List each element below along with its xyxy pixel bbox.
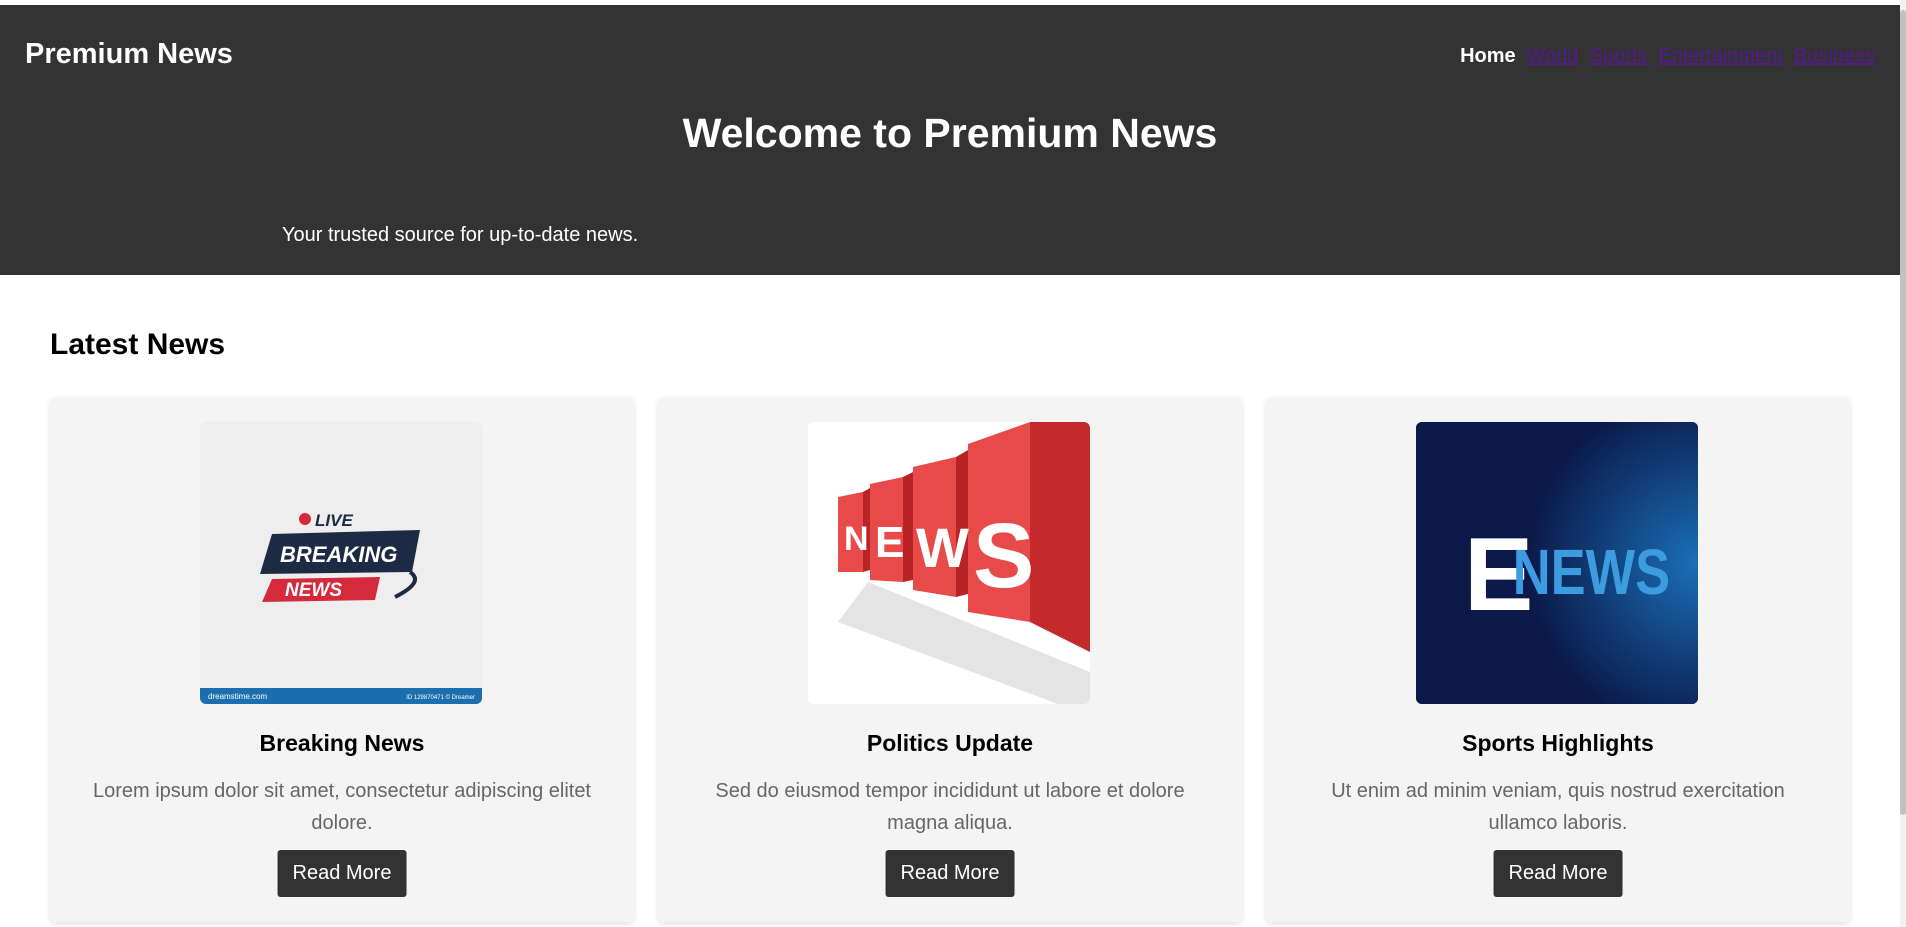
- block-letter-w: W: [916, 516, 969, 579]
- block-letter-s: S: [973, 505, 1034, 607]
- news-card: N E W S Politics Update Sed do eiusmod t…: [658, 397, 1242, 922]
- nav-home[interactable]: Home: [1460, 45, 1516, 68]
- site-header: Premium News Home World Sports Entertain…: [0, 5, 1900, 275]
- nav-world[interactable]: World: [1527, 45, 1579, 68]
- news-cards: LIVE BREAKING NEWS dreamstime.com ID 129…: [50, 397, 1850, 922]
- block-letter-n: N: [844, 520, 869, 558]
- image-breaking-text: BREAKING: [280, 542, 397, 567]
- image-watermark-left: dreamstime.com: [208, 692, 267, 701]
- card-text: Ut enim ad minim veniam, quis nostrud ex…: [1331, 780, 1785, 834]
- image-news-text: NEWS: [285, 580, 342, 601]
- scrollbar-thumb[interactable]: [1900, 10, 1906, 815]
- news-card: LIVE BREAKING NEWS dreamstime.com ID 129…: [50, 397, 634, 922]
- card-title[interactable]: Politics Update: [658, 730, 1242, 757]
- card-title[interactable]: Sports Highlights: [1266, 730, 1850, 757]
- card-text: Sed do eiusmod tempor incididunt ut labo…: [715, 780, 1185, 834]
- site-brand[interactable]: Premium News: [25, 38, 233, 71]
- block-letter-e: E: [875, 518, 904, 567]
- e-news-text: NEWS: [1513, 537, 1670, 608]
- card-text: Lorem ipsum dolor sit amet, consectetur …: [92, 780, 591, 834]
- image-live-text: LIVE: [315, 511, 353, 530]
- read-more-button[interactable]: Read More: [277, 850, 407, 897]
- e-news-logo-icon[interactable]: E NEWS: [1416, 422, 1698, 704]
- nav-sports[interactable]: Sports: [1590, 45, 1648, 68]
- news-3d-blocks-icon[interactable]: N E W S: [808, 422, 1090, 704]
- image-watermark-right: ID 129870471 © Dreamer: [406, 694, 475, 701]
- card-title[interactable]: Breaking News: [50, 730, 634, 757]
- live-breaking-news-logo-icon[interactable]: LIVE BREAKING NEWS dreamstime.com ID 129…: [200, 422, 482, 704]
- read-more-button[interactable]: Read More: [885, 850, 1015, 897]
- page-scrollbar[interactable]: [1900, 0, 1906, 927]
- news-card: E NEWS Sports Highlights Ut enim ad mini…: [1266, 397, 1850, 922]
- nav-business[interactable]: Business: [1794, 45, 1875, 68]
- main-nav: Home World Sports Entertainment Business: [1460, 45, 1875, 68]
- hero-tagline: Your trusted source for up-to-date news.: [282, 224, 639, 246]
- section-title: Latest News: [50, 328, 226, 361]
- hero-title: Welcome to Premium News: [682, 110, 1218, 156]
- read-more-button[interactable]: Read More: [1493, 850, 1623, 897]
- nav-entertainment[interactable]: Entertainment: [1658, 45, 1783, 68]
